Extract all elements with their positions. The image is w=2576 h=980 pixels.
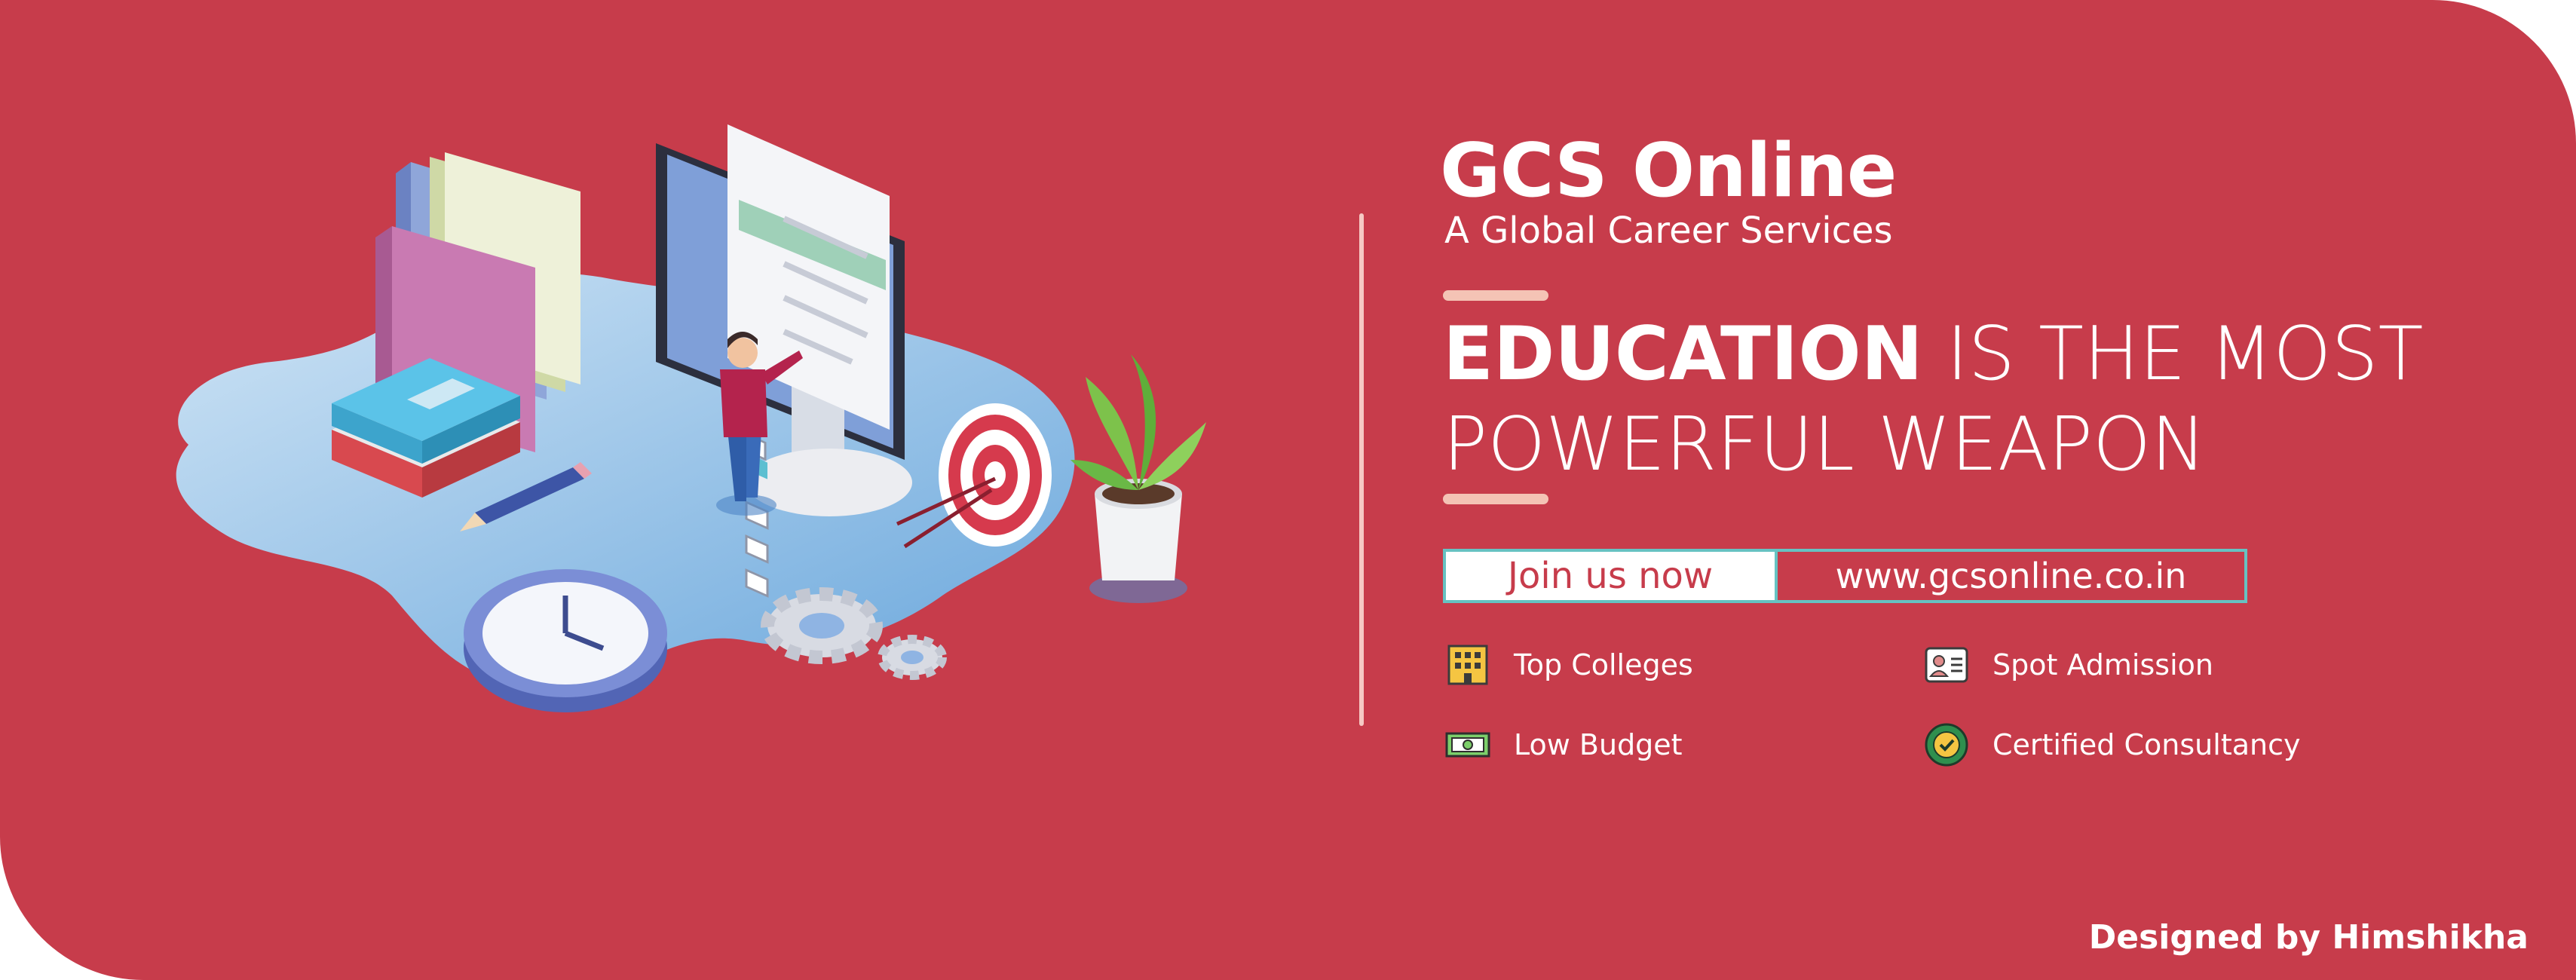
feature-label: Low Budget xyxy=(1514,728,1683,761)
feature-label: Top Colleges xyxy=(1514,648,1693,681)
feature-label: Certified Consultancy xyxy=(1992,728,2301,761)
id-card-icon xyxy=(1923,642,1970,688)
feature-low-budget: Low Budget xyxy=(1444,721,1683,768)
hero-banner: GCS Online A Global Career Services EDUC… xyxy=(0,0,2576,980)
brand-tagline: A Global Career Services xyxy=(1444,210,1893,252)
accent-bar-bottom xyxy=(1443,494,1548,504)
accent-bar-top xyxy=(1443,290,1548,301)
certified-badge-icon xyxy=(1923,721,1970,768)
vertical-divider xyxy=(1359,213,1364,726)
headline-line2: POWERFUL WEAPON xyxy=(1443,402,2207,488)
join-us-button[interactable]: Join us now xyxy=(1446,552,1778,600)
brand-title: GCS Online xyxy=(1440,128,1897,214)
feature-certified-consultancy: Certified Consultancy xyxy=(1923,721,2300,768)
website-link[interactable]: www.gcsonline.co.in xyxy=(1778,552,2244,600)
cta-box: Join us now www.gcsonline.co.in xyxy=(1443,549,2247,603)
plant-icon xyxy=(1071,354,1206,603)
designer-credit: Designed by Himshikha xyxy=(2088,918,2529,957)
education-illustration xyxy=(176,124,1206,712)
money-icon xyxy=(1444,721,1491,768)
feature-top-colleges: Top Colleges xyxy=(1444,642,1693,688)
headline-emphasis: EDUCATION xyxy=(1443,311,1923,397)
feature-spot-admission: Spot Admission xyxy=(1923,642,2213,688)
headline: EDUCATION IS THE MOST POWERFUL WEAPON xyxy=(1443,309,2423,490)
clock-icon xyxy=(464,569,667,712)
building-icon xyxy=(1444,642,1491,688)
feature-label: Spot Admission xyxy=(1992,648,2213,681)
headline-line1-rest: IS THE MOST xyxy=(1922,311,2424,397)
